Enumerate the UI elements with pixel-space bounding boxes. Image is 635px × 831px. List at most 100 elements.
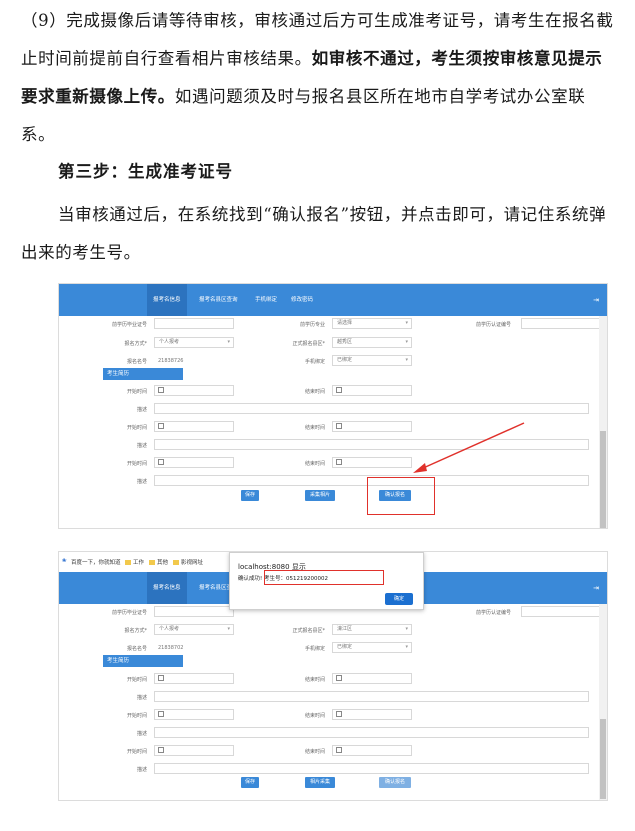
highlight-box [367,477,435,515]
input-prior-auth[interactable] [521,318,601,329]
label-end-2: 结束时间 [304,713,325,719]
calendar-icon [158,459,164,465]
nav-tab-info[interactable]: 报考名信息 [147,572,187,604]
ok-button[interactable]: 确定 [385,593,413,605]
scrollbar[interactable] [599,604,607,800]
input-prior-auth[interactable] [521,606,601,617]
label-prior-cert: 前学历毕业证号 [111,322,147,328]
input-start-2[interactable] [154,709,234,720]
label-reg-no: 报名名号 [126,359,147,365]
input-start-1[interactable] [154,385,234,396]
input-end-2[interactable] [332,421,412,432]
input-end-2[interactable] [332,709,412,720]
select-region[interactable]: 濠江区 [332,624,412,635]
alert-dialog: localhost:8080 显示 确认成功! 考生号：051219200002… [229,552,424,610]
capture-photo-button[interactable]: 采集相片 [305,490,335,501]
paragraph-confirm: 当审核通过后，在系统找到“确认报名”按钮，并点击即可，请记住系统弹出来的考生号。 [21,196,619,272]
label-region: 正式报名县区* [292,628,325,634]
save-button[interactable]: 保存 [241,777,259,788]
section-resume: 考生简历 [103,655,183,667]
top-nav-bar: 报考名信息 报考名县区查询 手机绑定 修改密码 ⇥ [59,284,607,316]
screenshot-confirm-dialog: ❀ 百度一下，你就知道 工作 其他 影视网址 报考名信息 报考名县区查 ⇥ 前学… [58,551,608,801]
label-start-1: 开始时间 [126,677,147,683]
calendar-icon [158,387,164,393]
input-prior-cert[interactable] [154,318,234,329]
label-region: 正式报名县区* [292,341,325,347]
label-prior-major: 前学历专业 [299,322,325,328]
paw-icon: ❀ [62,558,67,564]
input-start-3[interactable] [154,745,234,756]
label-end-2: 结束时间 [304,425,325,431]
select-method[interactable]: 个人报考 [154,624,234,635]
input-end-3[interactable] [332,745,412,756]
save-button[interactable]: 保存 [241,490,259,501]
scrollbar[interactable] [599,316,607,528]
input-desc-1[interactable] [154,403,589,414]
bookmark-video[interactable]: 影视网址 [173,558,203,566]
label-end-3: 结束时间 [304,461,325,467]
nav-tab-password[interactable]: 修改密码 [291,284,313,316]
select-region[interactable]: 越秀区 [332,337,412,348]
input-desc-3[interactable] [154,763,589,774]
nav-tab-phone[interactable]: 手机绑定 [255,284,277,316]
exit-icon[interactable]: ⇥ [593,284,599,316]
label-method: 报名方式* [124,341,147,347]
input-start-2[interactable] [154,421,234,432]
pointer-arrow-icon [413,422,525,473]
label-prior-cert: 前学历毕业证号 [111,610,147,616]
label-phone: 手机绑定 [304,359,325,365]
bookmark-baidu[interactable]: 百度一下，你就知道 [71,558,121,566]
label-desc-1: 描述 [136,695,147,701]
label-desc-2: 描述 [136,443,147,449]
input-desc-2[interactable] [154,727,589,738]
label-start-3: 开始时间 [126,749,147,755]
label-start-1: 开始时间 [126,389,147,395]
nav-tab-region[interactable]: 报考名县区查 [199,572,232,604]
calendar-icon [158,675,164,681]
label-method: 报名方式* [124,628,147,634]
label-reg-no: 报名名号 [126,646,147,652]
select-prior-major[interactable]: 请选择 [332,318,412,329]
label-desc-1: 描述 [136,407,147,413]
calendar-icon [336,387,342,393]
section-heading: 第三步：生成准考证号 [58,162,233,181]
label-prior-auth: 前学历认证编号 [475,322,511,328]
label-prior-auth: 前学历认证编号 [475,610,511,616]
input-start-3[interactable] [154,457,234,468]
calendar-icon [336,675,342,681]
paragraph-step-9: （9）完成摄像后请等待审核，审核通过后方可生成准考证号，请考生在报名截止时间前提… [21,2,619,154]
calendar-icon [336,747,342,753]
nav-tab-info[interactable]: 报考名信息 [147,284,187,316]
label-desc-3: 描述 [136,479,147,485]
input-desc-1[interactable] [154,691,589,702]
folder-icon [125,560,131,565]
screenshot-confirm-button: 报考名信息 报考名县区查询 手机绑定 修改密码 ⇥ 前学历毕业证号 前学历专业 … [58,283,608,529]
label-end-1: 结束时间 [304,677,325,683]
select-phone[interactable]: 已绑定 [332,642,412,653]
input-end-3[interactable] [332,457,412,468]
highlight-box [264,570,384,585]
folder-icon [173,560,179,565]
nav-tab-region[interactable]: 报考名县区查询 [199,284,238,316]
input-end-1[interactable] [332,385,412,396]
exit-icon[interactable]: ⇥ [593,572,599,604]
capture-photo-button[interactable]: 相片采集 [305,777,335,788]
label-start-3: 开始时间 [126,461,147,467]
input-end-1[interactable] [332,673,412,684]
dialog-message-prefix: 确认成功! [238,576,263,582]
reg-no-value: 21838726 [158,358,184,364]
input-start-1[interactable] [154,673,234,684]
label-start-2: 开始时间 [126,425,147,431]
paragraph-confirm-text: 当审核通过后，在系统找到“确认报名”按钮，并点击即可，请记住系统弹出来的考生号。 [21,205,607,262]
select-phone[interactable]: 已绑定 [332,355,412,366]
label-desc-3: 描述 [136,767,147,773]
calendar-icon [158,423,164,429]
bookmark-other[interactable]: 其他 [149,558,168,566]
bookmark-work[interactable]: 工作 [125,558,144,566]
reg-no-value: 21838702 [158,645,184,651]
label-start-2: 开始时间 [126,713,147,719]
input-prior-cert[interactable] [154,606,234,617]
confirm-registration-button[interactable]: 确认报名 [379,777,411,788]
calendar-icon [336,711,342,717]
select-method[interactable]: 个人报考 [154,337,234,348]
